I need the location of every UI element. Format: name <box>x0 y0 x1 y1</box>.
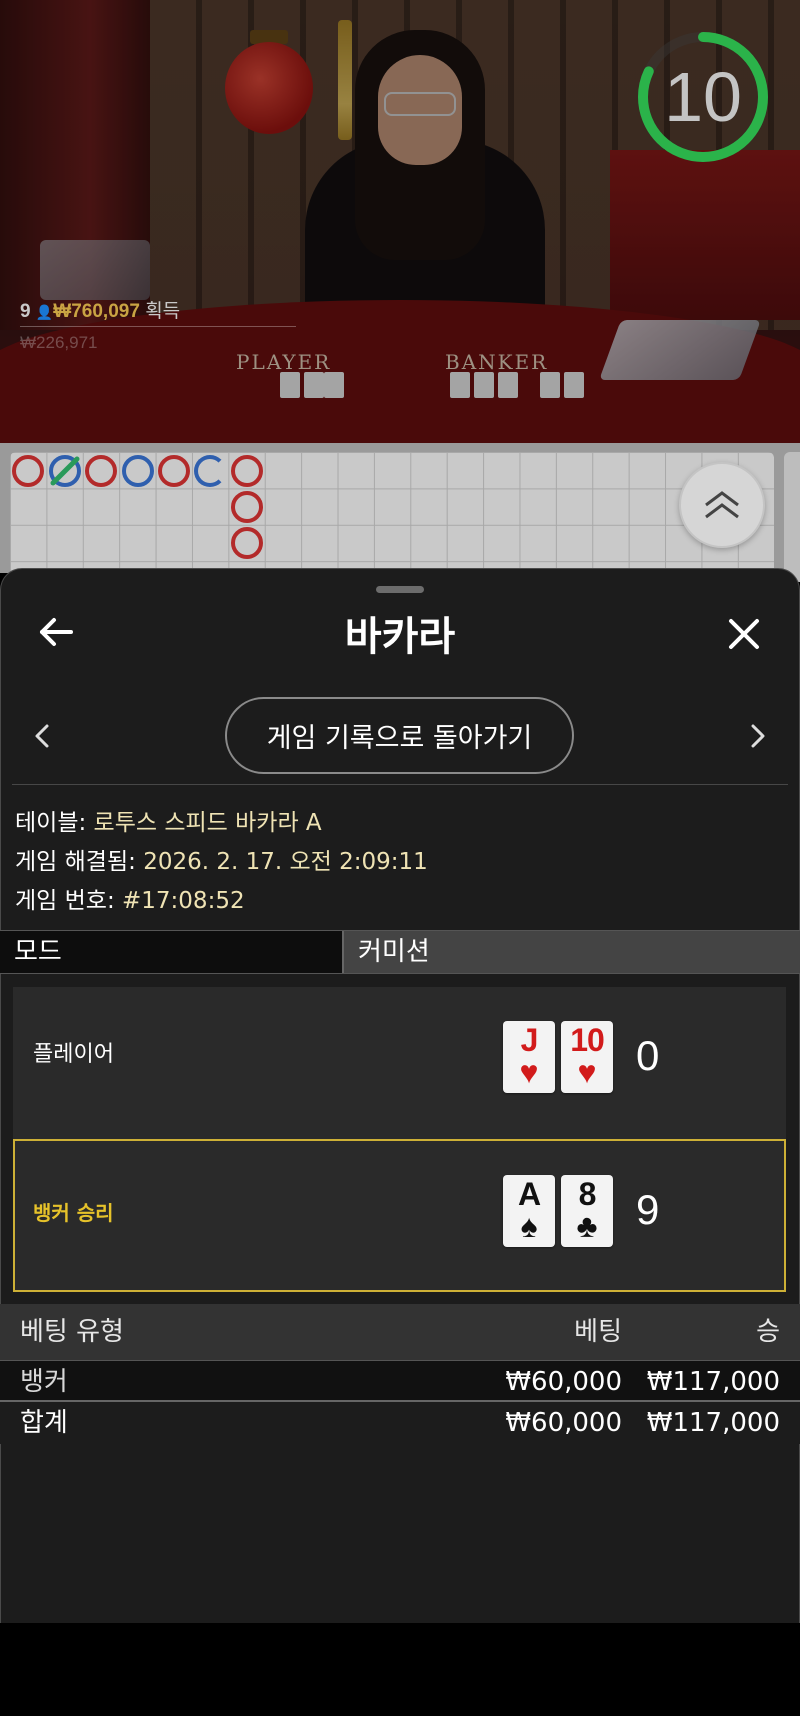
tie-mark <box>50 456 80 486</box>
chevron-left-icon <box>35 724 49 748</box>
card-rank: A <box>517 1176 541 1212</box>
scroll-up-button[interactable] <box>679 462 765 548</box>
club-suit-icon: ♣ <box>576 1208 598 1244</box>
road-banker <box>85 455 117 487</box>
playing-card: 10 ♥ <box>561 1021 613 1093</box>
card-rank: J <box>520 1022 539 1058</box>
header-win: 승 <box>756 1317 780 1347</box>
winner-ticker: 9 👤₩760,097 획득 <box>20 296 180 323</box>
close-x-icon <box>729 619 759 649</box>
banker-hand <box>13 1139 786 1292</box>
player-hand-label: 플레이어 <box>33 1042 114 1067</box>
sheet-drag-handle[interactable] <box>376 586 424 593</box>
info-number-value: #17:08:52 <box>122 888 245 914</box>
heart-suit-icon: ♥ <box>519 1054 539 1090</box>
back-button[interactable] <box>36 612 76 652</box>
prev-game-button[interactable] <box>28 718 56 754</box>
winner-amount: ₩760,097 <box>53 301 140 322</box>
side-road <box>784 452 800 582</box>
banker-score: 9 <box>636 1186 660 1233</box>
info-resolved: 게임 해결됨: 2026. 2. 17. 오전 2:09:11 <box>15 842 428 876</box>
playing-card: J ♥ <box>503 1021 555 1093</box>
double-chevron-up-icon <box>705 491 739 519</box>
header-divider <box>12 784 788 785</box>
header-bet-type: 베팅 유형 <box>20 1317 124 1347</box>
road-banker <box>12 455 44 487</box>
total-row: 합계 ₩60,000 ₩117,000 <box>0 1402 800 1444</box>
winner-rank: 9 <box>20 301 31 322</box>
info-number-key: 게임 번호: <box>15 888 115 914</box>
playing-card: 8 ♣ <box>561 1175 613 1247</box>
table-row: 뱅커 ₩60,000 ₩117,000 <box>0 1360 800 1402</box>
bottom-bar <box>0 1623 800 1716</box>
bet-amount: ₩60,000 <box>505 1367 622 1397</box>
total-bet: ₩60,000 <box>505 1408 622 1438</box>
bet-type: 뱅커 <box>20 1367 68 1397</box>
user-icon: 👤 <box>35 304 54 320</box>
commission-label: 커미션 <box>358 937 430 967</box>
road-banker <box>231 527 263 559</box>
win-amount: ₩117,000 <box>646 1367 780 1397</box>
info-game-number: 게임 번호: #17:08:52 <box>15 881 245 915</box>
header-bet: 베팅 <box>574 1317 622 1347</box>
info-resolved-key: 게임 해결됨: <box>15 849 136 875</box>
card-rank: 10 <box>570 1022 605 1058</box>
mode-label: 모드 <box>0 931 344 973</box>
banker-win-label: 뱅커 승리 <box>33 1201 114 1225</box>
info-table-key: 테이블: <box>15 810 87 836</box>
bets-table-header: 베팅 유형 베팅 승 <box>0 1304 800 1360</box>
player-score: 0 <box>636 1032 660 1079</box>
total-label: 합계 <box>20 1408 68 1438</box>
arrow-left-icon <box>40 618 73 646</box>
chevron-right-icon <box>751 724 765 748</box>
playing-card: A ♠ <box>503 1175 555 1247</box>
card-rank: 8 <box>578 1176 597 1212</box>
player-hand <box>13 987 786 1140</box>
countdown-number: 10 <box>664 58 742 136</box>
road-banker <box>231 491 263 523</box>
total-win: ₩117,000 <box>646 1408 780 1438</box>
road-banker <box>231 455 263 487</box>
heart-suit-icon: ♥ <box>577 1054 597 1090</box>
winner-divider <box>20 326 296 327</box>
close-button[interactable] <box>722 612 766 656</box>
info-resolved-value: 2026. 2. 17. 오전 2:09:11 <box>143 849 428 875</box>
info-table: 테이블: 로투스 스피드 바카라 A <box>15 803 322 837</box>
sheet-title: 바카라 <box>344 614 456 660</box>
info-table-value: 로투스 스피드 바카라 A <box>93 810 322 836</box>
winner-label: 획득 <box>145 301 181 322</box>
next-game-button[interactable] <box>744 718 772 754</box>
spade-suit-icon: ♠ <box>520 1208 538 1244</box>
road-banker <box>158 455 190 487</box>
back-to-history-button[interactable]: 게임 기록으로 돌아가기 <box>225 697 574 774</box>
winner-previous: ₩226,971 <box>20 333 98 352</box>
road-player <box>194 455 226 487</box>
road-player <box>122 455 154 487</box>
